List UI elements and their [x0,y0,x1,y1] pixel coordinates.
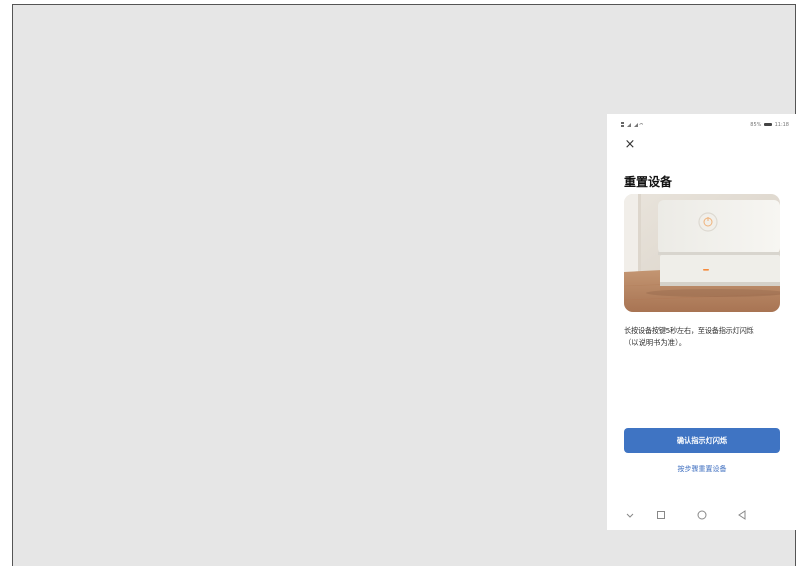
chevron-down-icon[interactable] [623,508,637,522]
battery-time: 85% 11:18 [750,122,789,128]
instruction-line-2: （以说明书为准）。 [624,338,687,347]
phone-screen: 85% 11:18 × 重置设备 长按设备按键5秒左右，至设备指示灯闪烁 （以说… [607,114,797,530]
signal-icon [621,122,644,127]
status-bar: 85% 11:18 [607,118,797,132]
instruction-line-1: 长按设备按键5秒左右，至设备指示灯闪烁 [624,326,754,335]
device-photo [624,194,780,312]
reset-instruction: 长按设备按键5秒左右，至设备指示灯闪烁 （以说明书为准）。 [624,325,796,349]
triangle-back-icon[interactable] [735,508,749,522]
page-title: 重置设备 [624,175,673,189]
battery-percent: 85% [750,122,762,128]
confirm-indicator-blinking-button[interactable]: 确认指示灯闪烁 [624,428,780,453]
system-nav-bar [607,506,797,524]
close-icon[interactable]: × [624,138,636,152]
square-icon[interactable] [654,508,668,522]
device-illustration [624,194,780,312]
reset-by-steps-link[interactable]: 按步骤重置设备 [624,464,780,476]
circle-icon[interactable] [695,508,709,522]
signal-indicator [621,122,644,130]
clock-time: 11:18 [774,122,789,128]
battery-icon [763,123,772,126]
